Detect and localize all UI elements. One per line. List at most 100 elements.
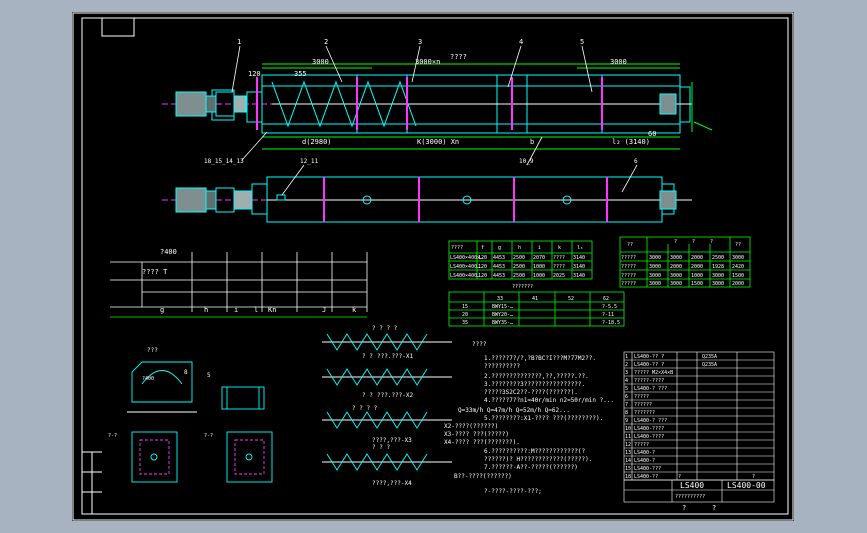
svg-text:?-?: ?-? — [204, 433, 213, 439]
svg-text:?????3S2C2??-????(??????).: ?????3S2C2??-????(??????). — [484, 389, 578, 396]
table-speed-text: ?? ? ? ? ?? ????? 3000 3000 2000 2500 30… — [621, 239, 744, 287]
svg-text:4453: 4453 — [493, 273, 505, 279]
svg-text:3.????????3????????????????.: 3.????????3????????????????. — [484, 381, 585, 388]
title-left: LS400 — [680, 481, 704, 490]
svg-text:?-18.5: ?-18.5 — [602, 320, 620, 326]
svg-text:9: 9 — [625, 418, 628, 424]
plan-labels: ?400 ???? T g h i l Kn J k — [142, 248, 357, 314]
title-footer-left: ? — [682, 504, 686, 512]
svg-text:?400: ?400 — [142, 376, 154, 382]
svg-text:????: ???? — [553, 264, 565, 270]
svg-text:? ?: ? ? — [362, 392, 373, 399]
svg-text:Q=33m/h Q=47m/h Q=52m/h: Q=33m/h Q=47m/h Q=52m/h Q=62... — [458, 407, 570, 414]
end-drive-top[interactable] — [659, 93, 677, 115]
cad-drawing: 1 2 3 4 5 ???? 3000 3000×n 3000 355 120 … — [72, 12, 794, 521]
leader-lines-top — [231, 45, 593, 93]
svg-text:3000: 3000 — [670, 255, 682, 261]
svg-text:3140: 3140 — [573, 273, 585, 279]
svg-text:2000: 2000 — [691, 255, 703, 261]
svg-text:l₃: l₃ — [577, 245, 583, 251]
motor-top[interactable] — [175, 91, 247, 117]
dim-120: 120 — [248, 70, 261, 78]
svg-text:???????: ??????? — [512, 284, 533, 290]
svg-text:LS400-?? ?: LS400-?? ? — [634, 354, 664, 360]
dim-3000-left: 3000 — [312, 58, 329, 66]
svg-text:6.??????????:M????????????(?: 6.??????????:M????????????(? — [484, 448, 586, 455]
dim-2980: d(2980) — [302, 138, 332, 146]
svg-text:LS400-??: LS400-?? — [634, 474, 658, 480]
svg-text:8: 8 — [184, 369, 188, 376]
dim-3000-right: 3000 — [610, 58, 627, 66]
svg-text:4453: 4453 — [493, 264, 505, 270]
svg-text:4.?????7??n1=40r/min n2=50r/mi: 4.?????7??n1=40r/min n2=50r/min ?... — [484, 397, 614, 404]
drawing-frame — [72, 12, 794, 521]
svg-text:LS400-????: LS400-???? — [634, 426, 664, 432]
top-view-question: ???? — [450, 53, 467, 61]
balloon-2: 2 — [324, 38, 328, 46]
svg-text:12: 12 — [625, 442, 631, 448]
svg-text:i: i — [538, 245, 541, 251]
plan-length-label: ???? T — [142, 268, 168, 276]
svg-text:10: 10 — [625, 426, 631, 432]
svg-text:52: 52 — [568, 296, 574, 302]
svg-text:X4-???? ???(???????).: X4-???? ???(???????). — [444, 439, 520, 446]
svg-text:??????: ?????? — [634, 402, 652, 408]
plan-dim-j: J — [322, 306, 326, 314]
svg-text:15: 15 — [625, 466, 631, 472]
svg-text:1000: 1000 — [691, 273, 703, 279]
title-block-text: LS400 ?????????? LS400-00 ? ? — [675, 481, 766, 512]
dim-kn: K(3000) Xn — [417, 138, 459, 146]
svg-text:??: ?? — [735, 242, 741, 248]
svg-text:????? M2×X4×B: ????? M2×X4×B — [634, 370, 673, 376]
svg-text:LS400-?: LS400-? — [634, 450, 655, 456]
svg-text:41: 41 — [532, 296, 538, 302]
cad-viewport[interactable]: 1 2 3 4 5 ???? 3000 3000×n 3000 355 120 … — [72, 12, 794, 521]
svg-text:????: ???? — [553, 255, 565, 261]
svg-text:LS400-???: LS400-??? — [634, 466, 661, 472]
svg-text:3140: 3140 — [573, 264, 585, 270]
balloon-18-13: 18_15_14_13 — [204, 158, 244, 165]
svg-text:??: ?? — [627, 242, 633, 248]
svg-text:?: ? — [710, 239, 713, 245]
svg-text:????,???-X4: ????,???-X4 — [372, 480, 412, 487]
svg-text:3000: 3000 — [649, 273, 661, 279]
svg-text:1000: 1000 — [533, 273, 545, 279]
svg-text:2000: 2000 — [732, 281, 744, 287]
svg-text:4453: 4453 — [493, 255, 505, 261]
section-frame — [221, 386, 265, 410]
svg-text:f: f — [481, 245, 484, 251]
balloon-12-11: 12_11 — [300, 158, 318, 165]
balloon-3: 3 — [418, 38, 422, 46]
svg-text:k: k — [558, 245, 561, 251]
svg-text:???: ??? — [147, 347, 158, 354]
plan-dim-g: g — [160, 306, 164, 314]
svg-text:?????: ????? — [634, 394, 649, 400]
svg-text:8: 8 — [625, 410, 628, 416]
svg-text:???.???-X2: ???.???-X2 — [377, 392, 414, 399]
svg-text:Q235A: Q235A — [702, 362, 717, 368]
side-view-labels: 18_15_14_13 12_11 10_9 6 — [204, 158, 638, 165]
svg-text:2025: 2025 — [553, 273, 565, 279]
svg-text:7.??????-A??-?????(??????): 7.??????-A??-?????(??????) — [484, 464, 578, 471]
section-labels: ??? ?400 8 5 ?-? ?-? — [108, 347, 213, 439]
svg-text:? ? ?: ? ? ? — [372, 444, 390, 451]
svg-text:? ? ? ?: ? ? ? ? — [352, 405, 378, 412]
svg-text:2000: 2000 — [670, 264, 682, 270]
svg-text:??????????: ?????????? — [484, 363, 521, 370]
svg-text:120: 120 — [478, 273, 487, 279]
svg-text:?-????-????-???;: ?-????-????-???; — [484, 488, 542, 495]
svg-text:3000: 3000 — [649, 281, 661, 287]
svg-text:33: 33 — [497, 296, 503, 302]
svg-text:1500: 1500 — [732, 273, 744, 279]
balloon-10-9: 10_9 — [519, 158, 534, 165]
section-b — [226, 431, 273, 483]
svg-text:LS400-? ???: LS400-? ??? — [634, 418, 667, 424]
svg-text:? ? ? ?: ? ? ? ? — [372, 325, 398, 332]
svg-text:?????: ????? — [621, 281, 636, 287]
table-dims-text: ???? f g h i k l₃ LS400×400×… 120 4453 2… — [450, 245, 585, 279]
svg-text:15: 15 — [462, 304, 468, 310]
svg-text:3000: 3000 — [732, 255, 744, 261]
svg-text:1500: 1500 — [691, 281, 703, 287]
svg-text:2420: 2420 — [732, 264, 744, 270]
svg-text:LS400-? ???: LS400-? ??? — [634, 386, 667, 392]
